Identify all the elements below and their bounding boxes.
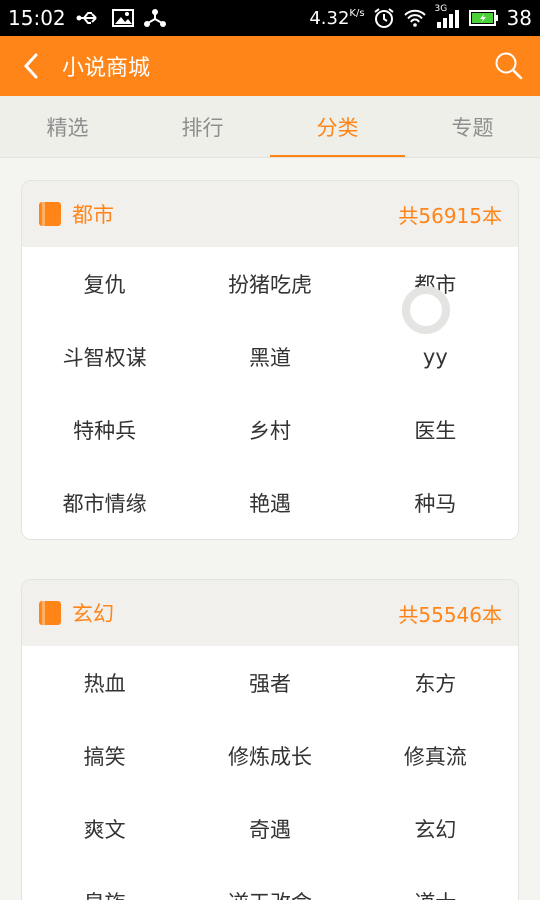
- tag-item[interactable]: 修真流: [353, 719, 518, 792]
- category-title: 都市: [72, 203, 114, 227]
- network-speed-unit: K/s: [349, 7, 365, 19]
- category-title: 玄幻: [72, 602, 114, 626]
- network-type: 3G: [434, 4, 448, 14]
- category-card-fantasy: 玄幻 共55546本 热血 强者 东方 搞笑 修炼成长 修真流 爽文 奇遇 玄幻…: [21, 579, 519, 900]
- tag-item[interactable]: 种马: [353, 466, 518, 539]
- tag-item[interactable]: 搞笑: [22, 719, 187, 792]
- wifi-icon: [403, 9, 427, 27]
- app-bar: 小说商城: [0, 36, 540, 96]
- category-count: 共55546本: [398, 602, 502, 627]
- category-card-urban: 都市 共56915本 复仇 扮猪吃虎 都市 斗智权谋 黑道 yy 特种兵 乡村 …: [21, 180, 519, 540]
- search-icon: [495, 52, 523, 80]
- battery-level: 38: [506, 6, 532, 30]
- tag-grid: 复仇 扮猪吃虎 都市 斗智权谋 黑道 yy 特种兵 乡村 医生 都市情缘 艳遇 …: [22, 247, 518, 539]
- tag-item[interactable]: 斗智权谋: [22, 320, 187, 393]
- tag-item[interactable]: 乡村: [187, 393, 352, 466]
- category-count: 共56915本: [398, 203, 502, 228]
- category-header[interactable]: 都市 共56915本: [22, 181, 518, 247]
- tab-categories[interactable]: 分类: [270, 96, 405, 157]
- tag-item[interactable]: 强者: [187, 646, 352, 719]
- search-button[interactable]: [478, 36, 540, 96]
- status-time: 15:02: [8, 6, 66, 30]
- back-button[interactable]: [0, 36, 62, 96]
- network-speed-value: 4.32: [309, 7, 350, 29]
- tag-grid: 热血 强者 东方 搞笑 修炼成长 修真流 爽文 奇遇 玄幻 皇族 逆天改命 道士: [22, 646, 518, 900]
- status-left: 15:02: [8, 6, 166, 30]
- tab-bar: 精选 排行 分类 专题: [0, 96, 540, 158]
- network-speed: 4.32K/s: [309, 8, 364, 29]
- tag-item[interactable]: 玄幻: [353, 792, 518, 865]
- image-icon: [111, 9, 134, 27]
- tag-item[interactable]: 东方: [353, 646, 518, 719]
- usb-icon: [76, 10, 102, 26]
- status-right: 4.32K/s 3G 38: [309, 4, 532, 30]
- tag-item[interactable]: 扮猪吃虎: [187, 247, 352, 320]
- category-title-wrap: 都市: [38, 199, 114, 229]
- tag-item[interactable]: 复仇: [22, 247, 187, 320]
- alarm-icon: [373, 7, 395, 29]
- category-list[interactable]: 都市 共56915本 复仇 扮猪吃虎 都市 斗智权谋 黑道 yy 特种兵 乡村 …: [0, 158, 540, 900]
- page-title: 小说商城: [62, 56, 151, 81]
- tag-item[interactable]: 都市情缘: [22, 466, 187, 539]
- tag-item[interactable]: 奇遇: [187, 792, 352, 865]
- tag-item[interactable]: 皇族: [22, 865, 187, 900]
- signal-icon: 3G: [435, 4, 461, 28]
- tag-item[interactable]: 特种兵: [22, 393, 187, 466]
- tag-item[interactable]: 黑道: [187, 320, 352, 393]
- tag-item[interactable]: 逆天改命: [187, 865, 352, 900]
- status-bar: 15:02 4.32K/s 3G 38: [0, 0, 540, 36]
- chevron-left-icon: [23, 53, 38, 79]
- tag-item[interactable]: 修炼成长: [187, 719, 352, 792]
- tab-topics[interactable]: 专题: [405, 96, 540, 157]
- tag-item[interactable]: 热血: [22, 646, 187, 719]
- category-title-wrap: 玄幻: [38, 598, 114, 628]
- share-icon: [143, 8, 166, 28]
- tab-ranking[interactable]: 排行: [135, 96, 270, 157]
- tag-item[interactable]: 道士: [353, 865, 518, 900]
- tab-featured[interactable]: 精选: [0, 96, 135, 157]
- tag-item[interactable]: 艳遇: [187, 466, 352, 539]
- tag-item[interactable]: 爽文: [22, 792, 187, 865]
- book-icon: [38, 201, 62, 227]
- book-icon: [38, 600, 62, 626]
- category-header[interactable]: 玄幻 共55546本: [22, 580, 518, 646]
- loading-spinner: [402, 286, 450, 334]
- battery-icon: [468, 9, 499, 27]
- tag-item[interactable]: 医生: [353, 393, 518, 466]
